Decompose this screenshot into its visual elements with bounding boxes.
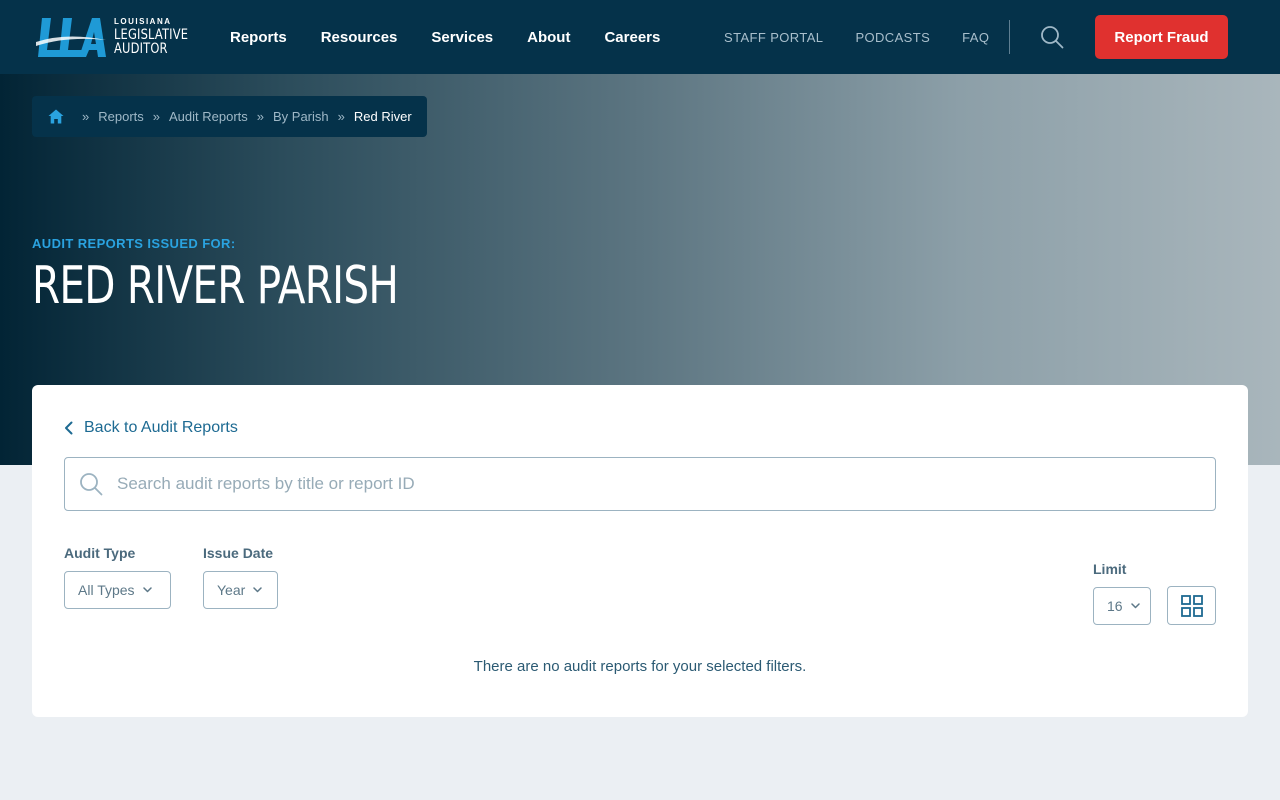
home-icon[interactable] — [48, 109, 64, 124]
chevron-down-icon — [142, 587, 152, 593]
breadcrumb-separator: » — [256, 109, 264, 124]
breadcrumb-separator: » — [82, 109, 90, 124]
nav-item-about[interactable]: About — [527, 29, 570, 46]
issue-date-label: Issue Date — [203, 545, 274, 561]
search-icon[interactable] — [1040, 25, 1064, 49]
hero-eyebrow: AUDIT REPORTS ISSUED FOR: — [32, 236, 236, 251]
audit-type-value: All Types — [78, 582, 135, 598]
breadcrumb-item-by-parish[interactable]: By Parish — [273, 109, 329, 124]
audit-type-label: Audit Type — [64, 545, 136, 561]
issue-date-value: Year — [217, 582, 246, 598]
main-nav: Reports Resources Services About Careers — [230, 0, 694, 74]
breadcrumb-item-audit-reports[interactable]: Audit Reports — [169, 109, 248, 124]
grid-view-icon — [1180, 594, 1203, 617]
back-to-audit-reports-link[interactable]: Back to Audit Reports — [64, 419, 238, 437]
page-title: RED RIVER PARISH — [32, 256, 399, 316]
logo-line-1: LEGISLATIVE — [114, 27, 189, 43]
chevron-down-icon — [253, 587, 263, 593]
nav-item-careers[interactable]: Careers — [604, 29, 660, 46]
util-item-podcasts[interactable]: PODCASTS — [855, 30, 930, 45]
nav-item-reports[interactable]: Reports — [230, 29, 287, 46]
breadcrumb: » Reports » Audit Reports » By Parish » … — [32, 96, 427, 137]
limit-value: 16 — [1107, 598, 1123, 614]
util-item-staff-portal[interactable]: STAFF PORTAL — [724, 30, 823, 45]
breadcrumb-item-reports[interactable]: Reports — [98, 109, 144, 124]
issue-date-select[interactable]: Year — [203, 571, 278, 609]
site-header: LOUISIANA LEGISLATIVE AUDITOR Reports Re… — [0, 0, 1280, 74]
chevron-left-icon — [65, 421, 73, 435]
logo-line-2: AUDITOR — [114, 41, 168, 57]
report-fraud-button[interactable]: Report Fraud — [1095, 15, 1228, 59]
nav-item-resources[interactable]: Resources — [321, 29, 398, 46]
chevron-down-icon — [1130, 603, 1140, 609]
search-icon — [80, 473, 103, 496]
lla-logo-mark-icon — [36, 18, 106, 57]
logo-small-text: LOUISIANA — [114, 17, 172, 26]
back-link-label: Back to Audit Reports — [84, 419, 238, 436]
breadcrumb-separator: » — [337, 109, 345, 124]
search-box — [64, 457, 1216, 511]
breadcrumb-current: Red River — [353, 109, 412, 124]
search-input[interactable] — [117, 474, 1177, 494]
nav-item-services[interactable]: Services — [431, 29, 493, 46]
logo-text: LOUISIANA LEGISLATIVE AUDITOR — [114, 17, 204, 57]
limit-label: Limit — [1093, 561, 1127, 577]
header-divider — [1009, 20, 1010, 54]
site-logo[interactable]: LOUISIANA LEGISLATIVE AUDITOR — [36, 14, 204, 60]
empty-results-message: There are no audit reports for your sele… — [473, 658, 807, 675]
reports-card: Back to Audit Reports Audit Type All Typ… — [32, 385, 1248, 717]
limit-select[interactable]: 16 — [1093, 587, 1151, 625]
grid-view-button[interactable] — [1167, 586, 1216, 625]
audit-type-select[interactable]: All Types — [64, 571, 171, 609]
util-item-faq[interactable]: FAQ — [962, 30, 989, 45]
breadcrumb-separator: » — [152, 109, 160, 124]
utility-nav: STAFF PORTAL PODCASTS FAQ — [724, 0, 1021, 74]
